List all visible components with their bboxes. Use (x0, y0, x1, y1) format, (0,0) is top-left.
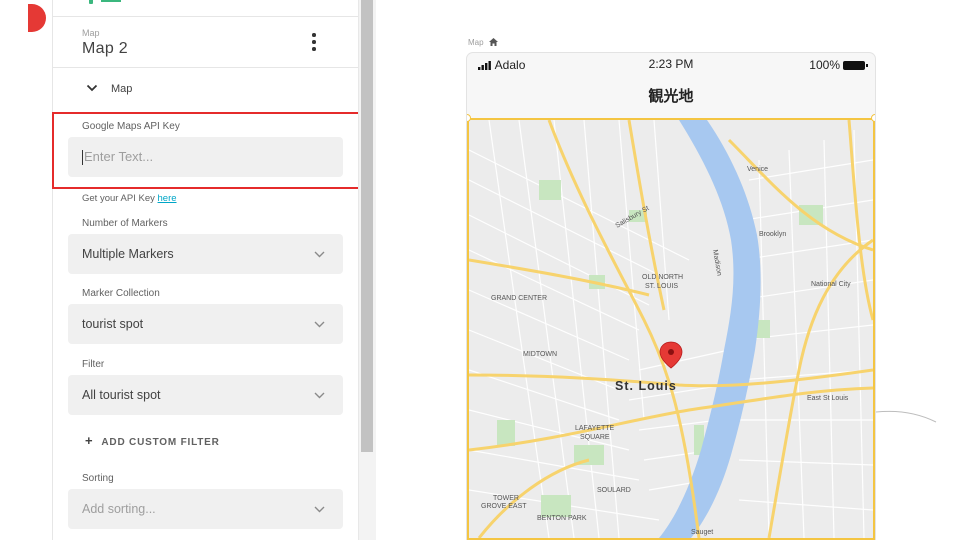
map-label-old-north-2: ST. LOUIS (645, 283, 678, 290)
section-label: Map (111, 83, 133, 95)
collection-label: Marker Collection (82, 288, 160, 299)
api-key-help-text: Get your API Key (82, 193, 158, 204)
add-custom-filter-button[interactable]: + ADD CUSTOM FILTER (85, 433, 220, 448)
map-label-lafayette: LAFAYETTE (575, 425, 614, 432)
status-bar: Adalo 2:23 PM 100% (467, 53, 875, 75)
nav-title: 観光地 (648, 88, 694, 105)
map-label-st-louis: St. Louis (615, 379, 677, 393)
app-screen-preview[interactable]: Adalo 2:23 PM 100% 観光地 OLD NORTH ST. LOU… (467, 53, 875, 540)
filter-value: All tourist spot (82, 388, 161, 402)
connector-line (876, 410, 937, 423)
map-label-national-city: National City (811, 281, 851, 288)
map-label-east-st-louis: East St Louis (807, 395, 849, 402)
markers-value: Multiple Markers (82, 247, 174, 261)
component-type-label: Map (82, 28, 100, 38)
resize-handle-top-right[interactable] (871, 114, 875, 122)
left-gutter (0, 0, 52, 540)
component-name[interactable]: Map 2 (82, 40, 128, 58)
sorting-placeholder: Add sorting... (82, 502, 156, 516)
map-label-tower-grove-2: GROVE EAST (481, 503, 527, 510)
map-label-grand-center: GRAND CENTER (491, 295, 547, 302)
map-label-venice: Venice (747, 166, 768, 173)
filter-select[interactable]: All tourist spot (68, 375, 343, 415)
battery: 100% (809, 58, 868, 72)
map-label-sauget: Sauget (691, 529, 713, 536)
map-label-benton-park: BENTON PARK (537, 515, 587, 522)
notification-badge[interactable] (28, 4, 46, 32)
properties-panel: Map Map 2 Map Google Maps API Key Enter … (52, 0, 359, 540)
sorting-label: Sorting (82, 473, 114, 484)
chevron-down-icon (314, 506, 325, 513)
markers-label: Number of Markers (82, 218, 168, 229)
map-label-soulard: SOULARD (597, 487, 631, 494)
chevron-down-icon (86, 84, 98, 92)
highlight-annotation (52, 112, 360, 189)
panel-scrollbar-thumb[interactable] (361, 0, 373, 452)
chevron-down-icon (314, 321, 325, 328)
screen-label[interactable]: Map (468, 38, 498, 47)
battery-icon (843, 61, 868, 71)
collection-select[interactable]: tourist spot (68, 304, 343, 344)
screen-name: Map (468, 38, 484, 47)
map-view[interactable]: OLD NORTH ST. LOUIS GRAND CENTER MIDTOWN… (469, 120, 873, 538)
map-label-lafayette-2: SQUARE (580, 434, 610, 441)
collection-value: tourist spot (82, 317, 144, 331)
more-vertical-icon[interactable] (310, 33, 318, 51)
app-root: Map Map 2 Map Google Maps API Key Enter … (0, 0, 960, 540)
map-label-old-north: OLD NORTH (642, 274, 683, 281)
markers-select[interactable]: Multiple Markers (68, 234, 343, 274)
home-icon (488, 38, 498, 46)
battery-percent: 100% (809, 58, 840, 72)
map-component[interactable]: OLD NORTH ST. LOUIS GRAND CENTER MIDTOWN… (467, 118, 875, 540)
map-label-tower-grove: TOWER (493, 495, 519, 502)
map-label-brooklyn: Brooklyn (759, 231, 786, 238)
add-custom-filter-label: ADD CUSTOM FILTER (101, 437, 220, 448)
api-key-help-link[interactable]: here (158, 193, 177, 204)
chevron-down-icon (314, 251, 325, 258)
plus-icon: + (85, 433, 94, 448)
map-label-midtown: MIDTOWN (523, 351, 557, 358)
filter-label: Filter (82, 359, 105, 370)
component-header[interactable]: Map Map 2 (53, 16, 359, 68)
chevron-down-icon (314, 392, 325, 399)
previous-component-fragment (81, 0, 141, 8)
sorting-select[interactable]: Add sorting... (68, 489, 343, 529)
api-key-help: Get your API Key here (82, 193, 177, 204)
